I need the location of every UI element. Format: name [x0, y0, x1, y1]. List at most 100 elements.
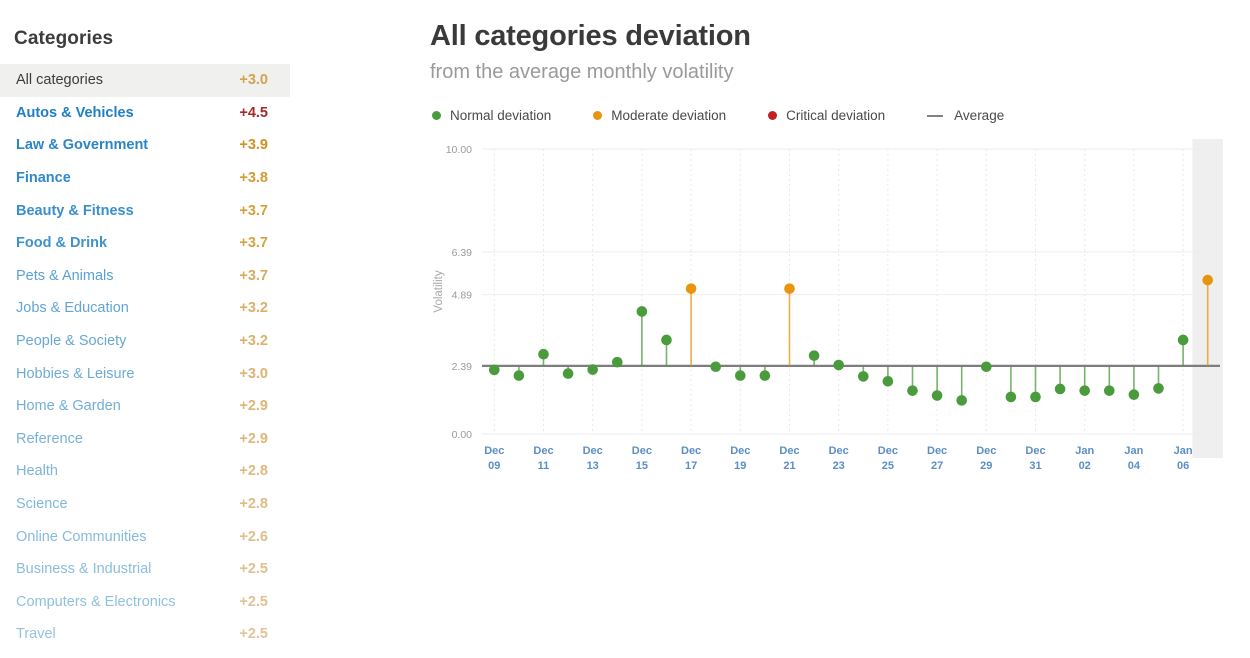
x-axis-tick-day: 29 — [980, 460, 992, 469]
page-subtitle: from the average monthly volatility — [430, 61, 734, 83]
page-root: Categories All categories +3.0 Autos & Veh… — [0, 0, 1250, 658]
category-label: All categories — [16, 72, 104, 89]
data-point[interactable] — [489, 364, 500, 376]
data-point[interactable] — [612, 356, 623, 368]
category-label: Law & Government — [16, 137, 149, 154]
category-label: Jobs & Education — [16, 300, 129, 317]
x-axis-tick-month: Jan — [1075, 445, 1094, 457]
category-row[interactable]: Travel +2.5 — [0, 618, 290, 651]
x-axis-tick-month: Dec — [878, 445, 898, 457]
x-axis-tick-day: 27 — [931, 460, 943, 469]
category-row[interactable]: Online Communities +2.6 — [0, 520, 290, 553]
category-label: People & Society — [16, 333, 127, 350]
data-point[interactable] — [1005, 391, 1017, 403]
data-point[interactable] — [710, 361, 721, 373]
data-point[interactable] — [1202, 274, 1213, 286]
category-label: Computers & Electronics — [16, 593, 176, 610]
data-point[interactable] — [587, 364, 598, 375]
category-label: Reference — [16, 430, 83, 447]
category-row[interactable]: Health +2.8 — [0, 455, 290, 488]
category-deviation-value: +2.9 — [239, 430, 268, 447]
category-row[interactable]: Computers & Electronics +2.5 — [0, 586, 290, 619]
x-axis-tick-day: 17 — [685, 460, 697, 469]
legend-label: Critical deviation — [786, 108, 886, 123]
x-axis-tick-month: Dec — [829, 445, 849, 457]
category-row[interactable]: Law & Government +3.9 — [0, 129, 290, 162]
category-row[interactable]: Pets & Animals +3.7 — [0, 260, 290, 293]
x-axis-tick-day: 06 — [1177, 460, 1189, 469]
category-deviation-value: +4.5 — [239, 104, 268, 121]
category-deviation-value: +2.5 — [239, 593, 268, 610]
category-row[interactable]: Beauty & Fitness +3.7 — [0, 194, 290, 227]
x-axis-tick-day: 19 — [734, 460, 746, 469]
x-axis-tick-month: Dec — [632, 445, 652, 457]
data-point[interactable] — [538, 348, 549, 360]
y-axis-tick-label: 2.39 — [452, 361, 473, 373]
category-row[interactable]: Reference +2.9 — [0, 423, 290, 456]
legend-item[interactable]: Normal deviation — [432, 108, 551, 123]
legend-dot-icon — [432, 111, 441, 120]
category-label: Online Communities — [16, 528, 147, 545]
y-axis-tick-label: 6.39 — [452, 247, 473, 259]
data-point[interactable] — [636, 306, 648, 317]
data-point[interactable] — [1079, 385, 1090, 396]
data-point[interactable] — [956, 395, 967, 406]
x-axis-tick-month: Jan — [1124, 445, 1143, 457]
category-row[interactable]: All categories +3.0 — [0, 64, 290, 97]
category-label: Pets & Animals — [16, 267, 114, 284]
data-point[interactable] — [858, 371, 869, 382]
data-point[interactable] — [562, 368, 574, 379]
category-label: Business & Industrial — [16, 561, 152, 578]
x-axis-tick-month: Dec — [484, 445, 504, 457]
category-deviation-value: +3.9 — [239, 137, 268, 154]
data-point[interactable] — [1153, 383, 1164, 394]
x-axis-tick-month: Dec — [976, 445, 996, 457]
x-axis-tick-month: Dec — [730, 445, 750, 457]
x-axis-tick-day: 02 — [1079, 460, 1091, 469]
category-row[interactable]: Business & Industrial +2.5 — [0, 553, 290, 586]
data-point[interactable] — [1177, 334, 1189, 346]
category-label: Food & Drink — [16, 235, 108, 252]
category-row[interactable]: Finance +3.8 — [0, 162, 290, 195]
legend-label: Moderate deviation — [611, 108, 727, 123]
category-deviation-value: +2.5 — [239, 626, 268, 643]
category-label: Health — [16, 463, 58, 480]
category-deviation-value: +3.2 — [239, 333, 268, 350]
data-point[interactable] — [513, 370, 525, 381]
legend-item[interactable]: Moderate deviation — [593, 108, 726, 123]
category-deviation-value: +2.5 — [239, 561, 268, 578]
category-row[interactable]: Hobbies & Leisure +3.0 — [0, 357, 290, 390]
category-row[interactable]: People & Society +3.2 — [0, 325, 290, 358]
data-point[interactable] — [661, 334, 672, 346]
data-point[interactable] — [981, 361, 992, 373]
category-row[interactable]: Science +2.8 — [0, 488, 290, 521]
legend-label: Average — [954, 108, 1005, 123]
data-point[interactable] — [1128, 389, 1140, 400]
deviation-lollipop-chart: 0.00 2.39 4.89 6.39 10.00 Volatility Dec 09 Dec 1… — [433, 139, 1223, 469]
data-point[interactable] — [931, 390, 943, 401]
category-row[interactable]: Home & Garden +2.9 — [0, 390, 290, 423]
data-point[interactable] — [907, 385, 918, 396]
legend-dash-icon — [927, 114, 944, 117]
data-point[interactable] — [735, 370, 746, 381]
data-point[interactable] — [833, 359, 844, 371]
data-point[interactable] — [685, 283, 697, 294]
data-point[interactable] — [882, 375, 894, 387]
chart-panel: All categories deviation from the averag… — [420, 0, 1250, 658]
data-point[interactable] — [1030, 391, 1041, 403]
data-point[interactable] — [759, 370, 771, 381]
x-axis-tick-day: 25 — [882, 460, 894, 469]
category-row[interactable]: Food & Drink +3.7 — [0, 227, 290, 260]
data-point[interactable] — [1104, 385, 1115, 396]
category-row[interactable]: Jobs & Education +3.2 — [0, 292, 290, 325]
data-point[interactable] — [784, 283, 795, 294]
category-row[interactable]: Autos & Vehicles +4.5 — [0, 97, 290, 130]
data-point[interactable] — [808, 350, 820, 361]
x-axis-tick-month: Dec — [583, 445, 603, 457]
category-deviation-value: +3.7 — [239, 235, 268, 252]
legend-item[interactable]: Critical deviation — [768, 108, 885, 123]
legend-item[interactable]: Average — [927, 108, 1004, 123]
data-point[interactable] — [1054, 383, 1066, 395]
category-deviation-value: +3.8 — [239, 170, 268, 187]
y-axis-title: Volatility — [433, 270, 445, 312]
